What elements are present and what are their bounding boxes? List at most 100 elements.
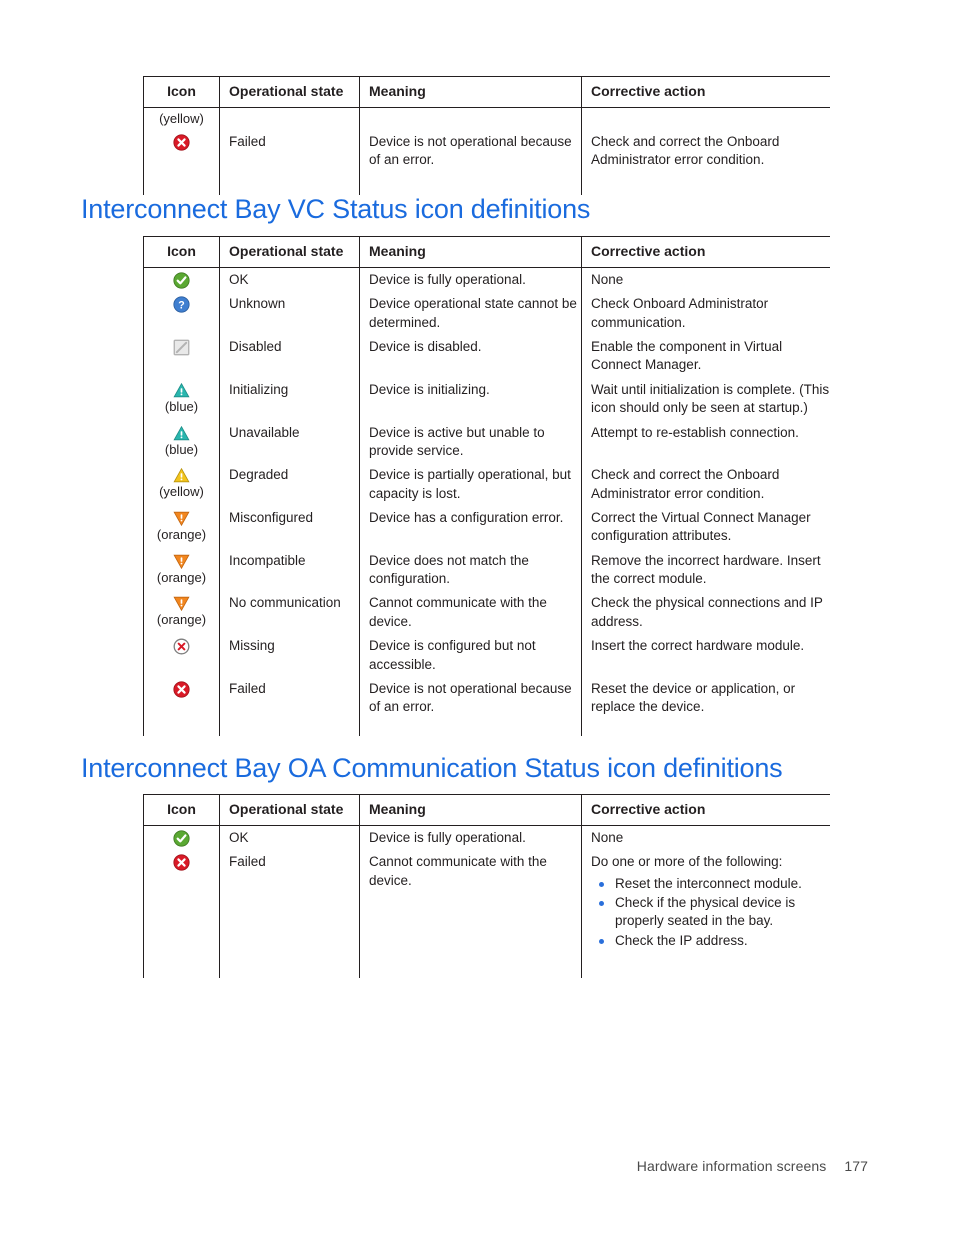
column-header-operational-state: Operational state xyxy=(219,235,360,269)
table-row: Missing Device is configured but not acc… xyxy=(143,634,830,677)
operational-state-cell: Misconfigured xyxy=(219,505,360,549)
spacer-cell xyxy=(143,172,220,195)
spacer-cell xyxy=(359,954,582,979)
icon-cell xyxy=(143,676,220,720)
meaning-cell xyxy=(359,107,582,130)
failed-red-circle-x-icon xyxy=(144,853,219,871)
operational-state-cell: OK xyxy=(219,825,360,851)
svg-text:?: ? xyxy=(178,300,184,312)
page-footer: Hardware information screens 177 xyxy=(0,1158,954,1174)
footer-page-number: 177 xyxy=(844,1158,868,1174)
meaning-cell: Device is configured but not accessible. xyxy=(359,634,582,677)
ok-green-circle-check-icon xyxy=(144,829,219,847)
table-row: (yellow) Degraded Device is partially op… xyxy=(143,463,830,506)
column-header-corrective-action: Corrective action xyxy=(581,793,830,827)
meaning-cell: Device is initializing. xyxy=(359,377,582,421)
corrective-action-text: Check Onboard Administrator communicatio… xyxy=(591,296,769,330)
unavailable-blue-triangle-warning-icon: (blue) xyxy=(144,424,219,458)
icon-cell: (orange) xyxy=(143,591,220,635)
icon-color-note: (yellow) xyxy=(159,484,204,500)
degraded-yellow-triangle-warning-icon: (yellow) xyxy=(144,466,219,500)
corrective-action-cell: None xyxy=(581,267,830,293)
table-row: OK Device is fully operational. None xyxy=(143,267,830,293)
spacer-cell xyxy=(219,954,360,979)
table-header-row: Icon Operational state Meaning Correctiv… xyxy=(143,235,830,269)
icon-cell xyxy=(143,850,220,955)
table-spacer-row xyxy=(143,719,830,736)
meaning-cell: Device is active but unable to provide s… xyxy=(359,420,582,464)
table-row: ? Unknown Device operational state canno… xyxy=(143,292,830,336)
initializing-blue-triangle-warning-icon: (blue) xyxy=(144,381,219,415)
icon-color-note: (blue) xyxy=(164,441,199,457)
operational-state-cell: Initializing xyxy=(219,377,360,421)
column-header-operational-state: Operational state xyxy=(219,793,360,827)
operational-state-cell: OK xyxy=(219,267,360,293)
spacer-cell xyxy=(581,719,830,736)
corrective-action-cell: Attempt to re-establish connection. xyxy=(581,420,830,464)
misconfigured-orange-inverted-triangle-icon: (orange) xyxy=(144,509,219,543)
corrective-action-text: Enable the component in Virtual Connect … xyxy=(591,339,783,373)
meaning-cell: Cannot communicate with the device. xyxy=(359,850,582,955)
oa-communication-status-icon-table: Icon Operational state Meaning Correctiv… xyxy=(143,793,830,979)
corrective-action-text: Reset the device or application, or repl… xyxy=(591,680,796,715)
icon-cell xyxy=(143,335,220,378)
corrective-action-text: Wait until initialization is complete. (… xyxy=(591,381,830,416)
table-row: Failed Device is not operational because… xyxy=(143,676,830,720)
spacer-cell xyxy=(143,719,220,736)
icon-cell: (orange) xyxy=(143,548,220,592)
table-spacer-row xyxy=(143,172,830,195)
column-header-meaning: Meaning xyxy=(359,793,582,827)
corrective-action-text: Do one or more of the following: xyxy=(591,854,783,870)
spacer-cell xyxy=(219,172,360,195)
corrective-action-text: Check and correct the Onboard Administra… xyxy=(591,133,780,168)
table-header-row: Icon Operational state Meaning Correctiv… xyxy=(143,793,830,827)
meaning-cell: Device is fully operational. xyxy=(359,267,582,293)
table-row: (blue) Unavailable Device is active but … xyxy=(143,420,830,464)
icon-cell xyxy=(143,129,220,173)
icon-cell xyxy=(143,825,220,851)
icon-cell: (orange) xyxy=(143,505,220,549)
icon-color-note: (blue) xyxy=(164,398,199,414)
icon-color-note: (orange) xyxy=(156,526,207,542)
column-header-operational-state: Operational state xyxy=(219,75,360,109)
icon-cell: (blue) xyxy=(143,420,220,464)
operational-state-cell: Failed xyxy=(219,129,360,173)
heading-interconnect-bay-vc-status: Interconnect Bay VC Status icon definiti… xyxy=(81,194,591,224)
no-communication-orange-inverted-triangle-icon: (orange) xyxy=(144,594,219,628)
operational-state-cell: Incompatible xyxy=(219,548,360,592)
corrective-action-cell: Check the physical connections and IP ad… xyxy=(581,591,830,635)
meaning-cell: Device does not match the configuration. xyxy=(359,548,582,592)
corrective-action-text: Attempt to re-establish connection. xyxy=(591,424,799,440)
table-spacer-row xyxy=(143,954,830,979)
operational-state-cell: Failed xyxy=(219,676,360,720)
ok-green-circle-check-icon xyxy=(144,271,219,289)
spacer-cell xyxy=(581,954,830,979)
list-item: Check the IP address. xyxy=(591,932,830,950)
incompatible-orange-inverted-triangle-icon: (orange) xyxy=(144,552,219,586)
meaning-cell: Device is not operational because of an … xyxy=(359,129,582,173)
column-header-meaning: Meaning xyxy=(359,75,582,109)
table-header-row: Icon Operational state Meaning Correctiv… xyxy=(143,75,830,109)
corrective-action-cell: Insert the correct hardware module. xyxy=(581,634,830,677)
corrective-action-text: Check and correct the Onboard Administra… xyxy=(591,467,780,501)
operational-state-cell: Missing xyxy=(219,634,360,677)
column-header-icon: Icon xyxy=(143,235,220,269)
heading-interconnect-bay-oa-communication-status: Interconnect Bay OA Communication Status… xyxy=(81,753,783,783)
spacer-cell xyxy=(143,954,220,979)
icon-cell: ? xyxy=(143,292,220,336)
column-header-icon: Icon xyxy=(143,75,220,109)
corrective-action-text: None xyxy=(591,272,624,288)
operational-state-cell: Failed xyxy=(219,850,360,955)
spacer-cell xyxy=(359,719,582,736)
meaning-cell: Device is partially operational, but cap… xyxy=(359,463,582,506)
icon-cell xyxy=(143,267,220,293)
column-header-icon: Icon xyxy=(143,793,220,827)
table-row: Failed Device is not operational because… xyxy=(143,129,830,173)
column-header-corrective-action: Corrective action xyxy=(581,235,830,269)
spacer-cell xyxy=(359,172,582,195)
corrective-action-cell: Remove the incorrect hardware. Insert th… xyxy=(581,548,830,592)
operational-state-cell: No communication xyxy=(219,591,360,635)
failed-red-circle-x-icon xyxy=(144,133,219,151)
operational-state-cell: Unavailable xyxy=(219,420,360,464)
list-item: Check if the physical device is properly… xyxy=(591,894,830,931)
